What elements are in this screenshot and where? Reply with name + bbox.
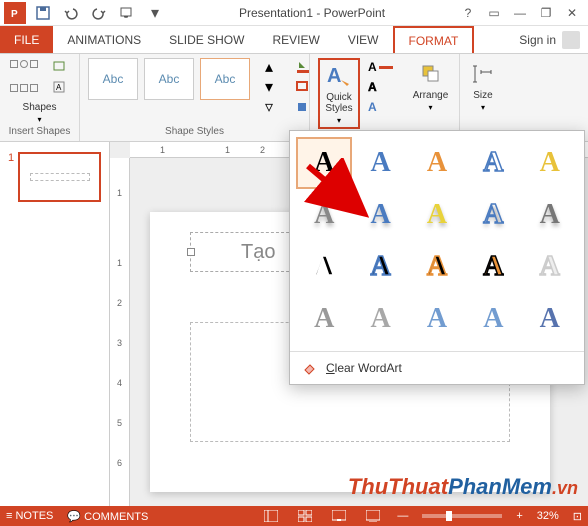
wordart-style-item[interactable]: A bbox=[522, 241, 578, 293]
zoom-level[interactable]: 32% bbox=[537, 510, 559, 522]
arrange-button[interactable]: Arrange ▾ bbox=[410, 58, 451, 114]
help-icon[interactable]: ? bbox=[460, 5, 476, 21]
wordart-style-item[interactable]: A bbox=[352, 241, 408, 293]
svg-text:A: A bbox=[327, 65, 341, 87]
style-item[interactable]: Abc bbox=[88, 58, 138, 100]
ribbon: A Shapes ▾ Insert Shapes Abc Abc Abc ▴ ▾… bbox=[0, 54, 588, 142]
group-label: Shape Styles bbox=[88, 126, 301, 139]
window-title: Presentation1 - PowerPoint bbox=[164, 6, 460, 20]
size-icon bbox=[469, 60, 497, 88]
qat-customize-icon[interactable]: ▾ bbox=[146, 4, 164, 22]
fit-to-window-icon[interactable]: ⊡ bbox=[573, 510, 582, 523]
arrange-icon bbox=[417, 60, 445, 88]
ribbon-display-icon[interactable]: ▭ bbox=[486, 5, 502, 21]
quick-styles-button[interactable]: A Quick Styles ▾ bbox=[318, 58, 360, 129]
ribbon-tabs: FILE ANIMATIONS SLIDE SHOW REVIEW VIEW F… bbox=[0, 26, 588, 54]
avatar-icon bbox=[562, 31, 580, 49]
wordart-style-item[interactable]: A bbox=[409, 137, 465, 189]
text-outline-icon[interactable]: A bbox=[368, 78, 394, 96]
start-from-beginning-icon[interactable] bbox=[118, 4, 136, 22]
redo-icon[interactable] bbox=[90, 4, 108, 22]
svg-text:A: A bbox=[56, 83, 62, 92]
save-icon[interactable] bbox=[34, 4, 52, 22]
slide-thumbnails-panel: 1 bbox=[0, 142, 110, 506]
wordart-style-item[interactable]: A bbox=[296, 241, 352, 293]
minimize-icon[interactable]: — bbox=[512, 5, 528, 21]
quick-access-toolbar: ▾ bbox=[34, 4, 164, 22]
quick-styles-icon: A bbox=[325, 62, 353, 90]
slide-number: 1 bbox=[8, 152, 14, 202]
style-item[interactable]: Abc bbox=[200, 58, 250, 100]
comments-button[interactable]: 💬 COMMENTS bbox=[67, 510, 148, 523]
group-shape-styles: Abc Abc Abc ▴ ▾ ▿ Shape Styles bbox=[80, 54, 310, 141]
slide-sorter-view-icon[interactable] bbox=[295, 509, 315, 523]
zoom-out-icon[interactable]: — bbox=[397, 510, 408, 522]
tab-file[interactable]: FILE bbox=[0, 26, 53, 53]
tab-review[interactable]: REVIEW bbox=[258, 26, 333, 53]
group-insert-shapes: A Shapes ▾ Insert Shapes bbox=[0, 54, 80, 141]
gallery-more-icon[interactable]: ▿ bbox=[258, 98, 280, 116]
reading-view-icon[interactable] bbox=[329, 509, 349, 523]
window-controls: ? ▭ — ❐ ✕ bbox=[460, 5, 580, 21]
wordart-style-item[interactable]: A bbox=[296, 293, 352, 345]
normal-view-icon[interactable] bbox=[261, 509, 281, 523]
size-button[interactable]: Size ▾ bbox=[468, 58, 498, 114]
tab-animations[interactable]: ANIMATIONS bbox=[53, 26, 155, 53]
shapes-button[interactable]: Shapes ▾ bbox=[8, 100, 71, 126]
wordart-style-item[interactable]: A bbox=[522, 293, 578, 345]
gallery-down-icon[interactable]: ▾ bbox=[258, 78, 280, 96]
style-item[interactable]: Abc bbox=[144, 58, 194, 100]
zoom-slider[interactable] bbox=[422, 514, 502, 518]
wordart-style-item[interactable]: A bbox=[522, 137, 578, 189]
edit-shape-icon[interactable] bbox=[48, 58, 70, 76]
tab-format[interactable]: FORMAT bbox=[393, 26, 475, 53]
tab-slide-show[interactable]: SLIDE SHOW bbox=[155, 26, 258, 53]
vertical-ruler: 1123456 bbox=[110, 158, 130, 506]
slideshow-view-icon[interactable] bbox=[363, 509, 383, 523]
slide-thumbnail[interactable] bbox=[18, 152, 101, 202]
wordart-style-item[interactable]: A bbox=[409, 189, 465, 241]
wordart-style-item[interactable]: A bbox=[296, 137, 352, 189]
wordart-style-item[interactable]: A bbox=[352, 189, 408, 241]
clear-wordart-button[interactable]: CClear WordArtlear WordArt bbox=[290, 351, 584, 384]
restore-icon[interactable]: ❐ bbox=[538, 5, 554, 21]
group-label: Insert Shapes bbox=[8, 126, 71, 139]
group-arrange: Arrange ▾ bbox=[402, 54, 460, 141]
sign-in[interactable]: Sign in bbox=[519, 26, 588, 53]
status-bar: ≡ NOTES 💬 COMMENTS — + 32% ⊡ bbox=[0, 506, 588, 526]
notes-button[interactable]: ≡ NOTES bbox=[6, 510, 53, 522]
group-size: Size ▾ bbox=[460, 54, 506, 141]
wordart-style-item[interactable]: A bbox=[352, 137, 408, 189]
wordart-style-item[interactable]: A bbox=[296, 189, 352, 241]
wordart-style-item[interactable]: A bbox=[465, 189, 521, 241]
gallery-up-icon[interactable]: ▴ bbox=[258, 58, 280, 76]
wordart-style-item[interactable]: A bbox=[465, 293, 521, 345]
shape-style-gallery[interactable]: Abc Abc Abc bbox=[88, 58, 250, 100]
wordart-style-item[interactable]: A bbox=[465, 241, 521, 293]
textbox-content: Tạo bbox=[241, 241, 275, 264]
text-box-icon[interactable]: A bbox=[48, 78, 70, 96]
wordart-style-item[interactable]: A bbox=[522, 189, 578, 241]
wordart-style-item[interactable]: A bbox=[409, 293, 465, 345]
wordart-styles-dropdown: AAAAAAAAAAAAAAAAAAAA CClear WordArtlear … bbox=[289, 130, 585, 385]
text-fill-icon[interactable]: A bbox=[368, 58, 394, 76]
group-wordart-styles: A Quick Styles ▾ A A A bbox=[310, 54, 402, 141]
clear-wordart-label: CClear WordArtlear WordArt bbox=[326, 361, 402, 375]
undo-icon[interactable] bbox=[62, 4, 80, 22]
powerpoint-icon: P bbox=[4, 2, 26, 24]
wordart-style-item[interactable]: A bbox=[352, 293, 408, 345]
text-effects-icon[interactable]: A bbox=[368, 98, 394, 116]
wordart-style-item[interactable]: A bbox=[465, 137, 521, 189]
wordart-style-item[interactable]: A bbox=[409, 241, 465, 293]
tab-view[interactable]: VIEW bbox=[334, 26, 393, 53]
sign-in-label: Sign in bbox=[519, 33, 556, 47]
title-bar: P ▾ Presentation1 - PowerPoint ? ▭ — ❐ ✕ bbox=[0, 0, 588, 26]
svg-text:P: P bbox=[11, 9, 18, 20]
eraser-icon bbox=[302, 360, 318, 376]
close-icon[interactable]: ✕ bbox=[564, 5, 580, 21]
watermark: ThuThuatPhanMem.vn bbox=[348, 474, 578, 500]
zoom-in-icon[interactable]: + bbox=[516, 510, 522, 522]
